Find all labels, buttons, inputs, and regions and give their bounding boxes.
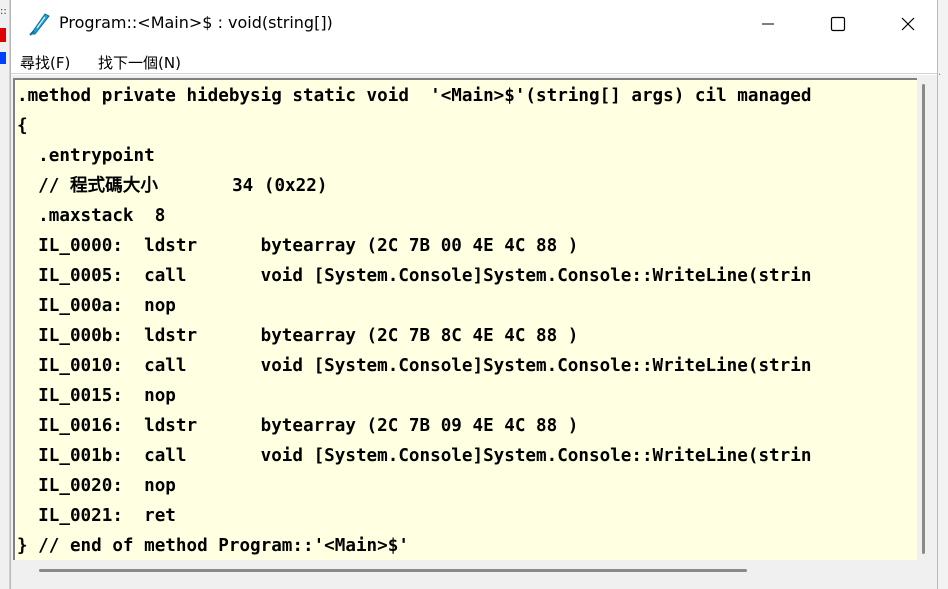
menu-find[interactable]: 尋找(F) (20, 52, 70, 73)
code-line: IL_0016: ldstr bytearray (2C 7B 09 4E 4C… (17, 416, 579, 436)
window-title: Program::<Main>$ : void(string[]) (59, 13, 333, 32)
code-line: IL_0005: call void [System.Console]Syste… (17, 266, 812, 286)
menu-find-next[interactable]: 找下一個(N) (98, 52, 181, 73)
close-button[interactable] (873, 0, 943, 48)
code-line: // 程式碼大小 34 (0x22) (17, 176, 328, 196)
desktop-fragment-icon: · (938, 70, 942, 81)
editor-frame: .method private hidebysig static void '<… (11, 75, 937, 589)
code-line: .method private hidebysig static void '<… (17, 86, 812, 106)
horizontal-scrollbar[interactable] (13, 563, 917, 577)
close-icon (901, 17, 915, 31)
minimize-icon (762, 23, 774, 25)
code-line: IL_0015: nop (17, 386, 176, 406)
code-line: } // end of method Program::'<Main>$' (17, 536, 409, 556)
feather-pen-icon (29, 13, 50, 36)
code-line: IL_001b: call void [System.Console]Syste… (17, 446, 812, 466)
code-line: IL_000b: ldstr bytearray (2C 7B 8C 4E 4C… (17, 326, 579, 346)
code-line: IL_0020: nop (17, 476, 176, 496)
vertical-scrollbar[interactable] (917, 78, 931, 560)
desktop-fragment-icon: :: (0, 6, 7, 17)
minimize-button[interactable] (733, 0, 803, 48)
ildasm-method-window: Program::<Main>$ : void(string[]) 尋找(F) … (10, 0, 938, 589)
horizontal-scroll-thumb[interactable] (39, 569, 747, 572)
desktop-red-marker-icon (0, 28, 6, 42)
code-line: .entrypoint (17, 146, 155, 166)
code-line: IL_0000: ldstr bytearray (2C 7B 00 4E 4C… (17, 236, 579, 256)
maximize-button[interactable] (803, 0, 873, 48)
desktop-blue-marker-icon (0, 52, 6, 64)
title-bar[interactable]: Program::<Main>$ : void(string[]) (11, 0, 937, 48)
code-line: IL_0021: ret (17, 506, 176, 526)
il-code-view[interactable]: .method private hidebysig static void '<… (13, 78, 917, 560)
maximize-icon (830, 16, 846, 32)
code-line: IL_0010: call void [System.Console]Syste… (17, 356, 812, 376)
menu-bar: 尋找(F) 找下一個(N) (11, 48, 937, 74)
desktop-left-edge: :: (0, 0, 10, 589)
vertical-scroll-thumb[interactable] (922, 84, 925, 554)
code-line: IL_000a: nop (17, 296, 176, 316)
desktop-right-edge: · (938, 0, 948, 589)
code-line: { (17, 116, 28, 136)
code-line: .maxstack 8 (17, 206, 166, 226)
